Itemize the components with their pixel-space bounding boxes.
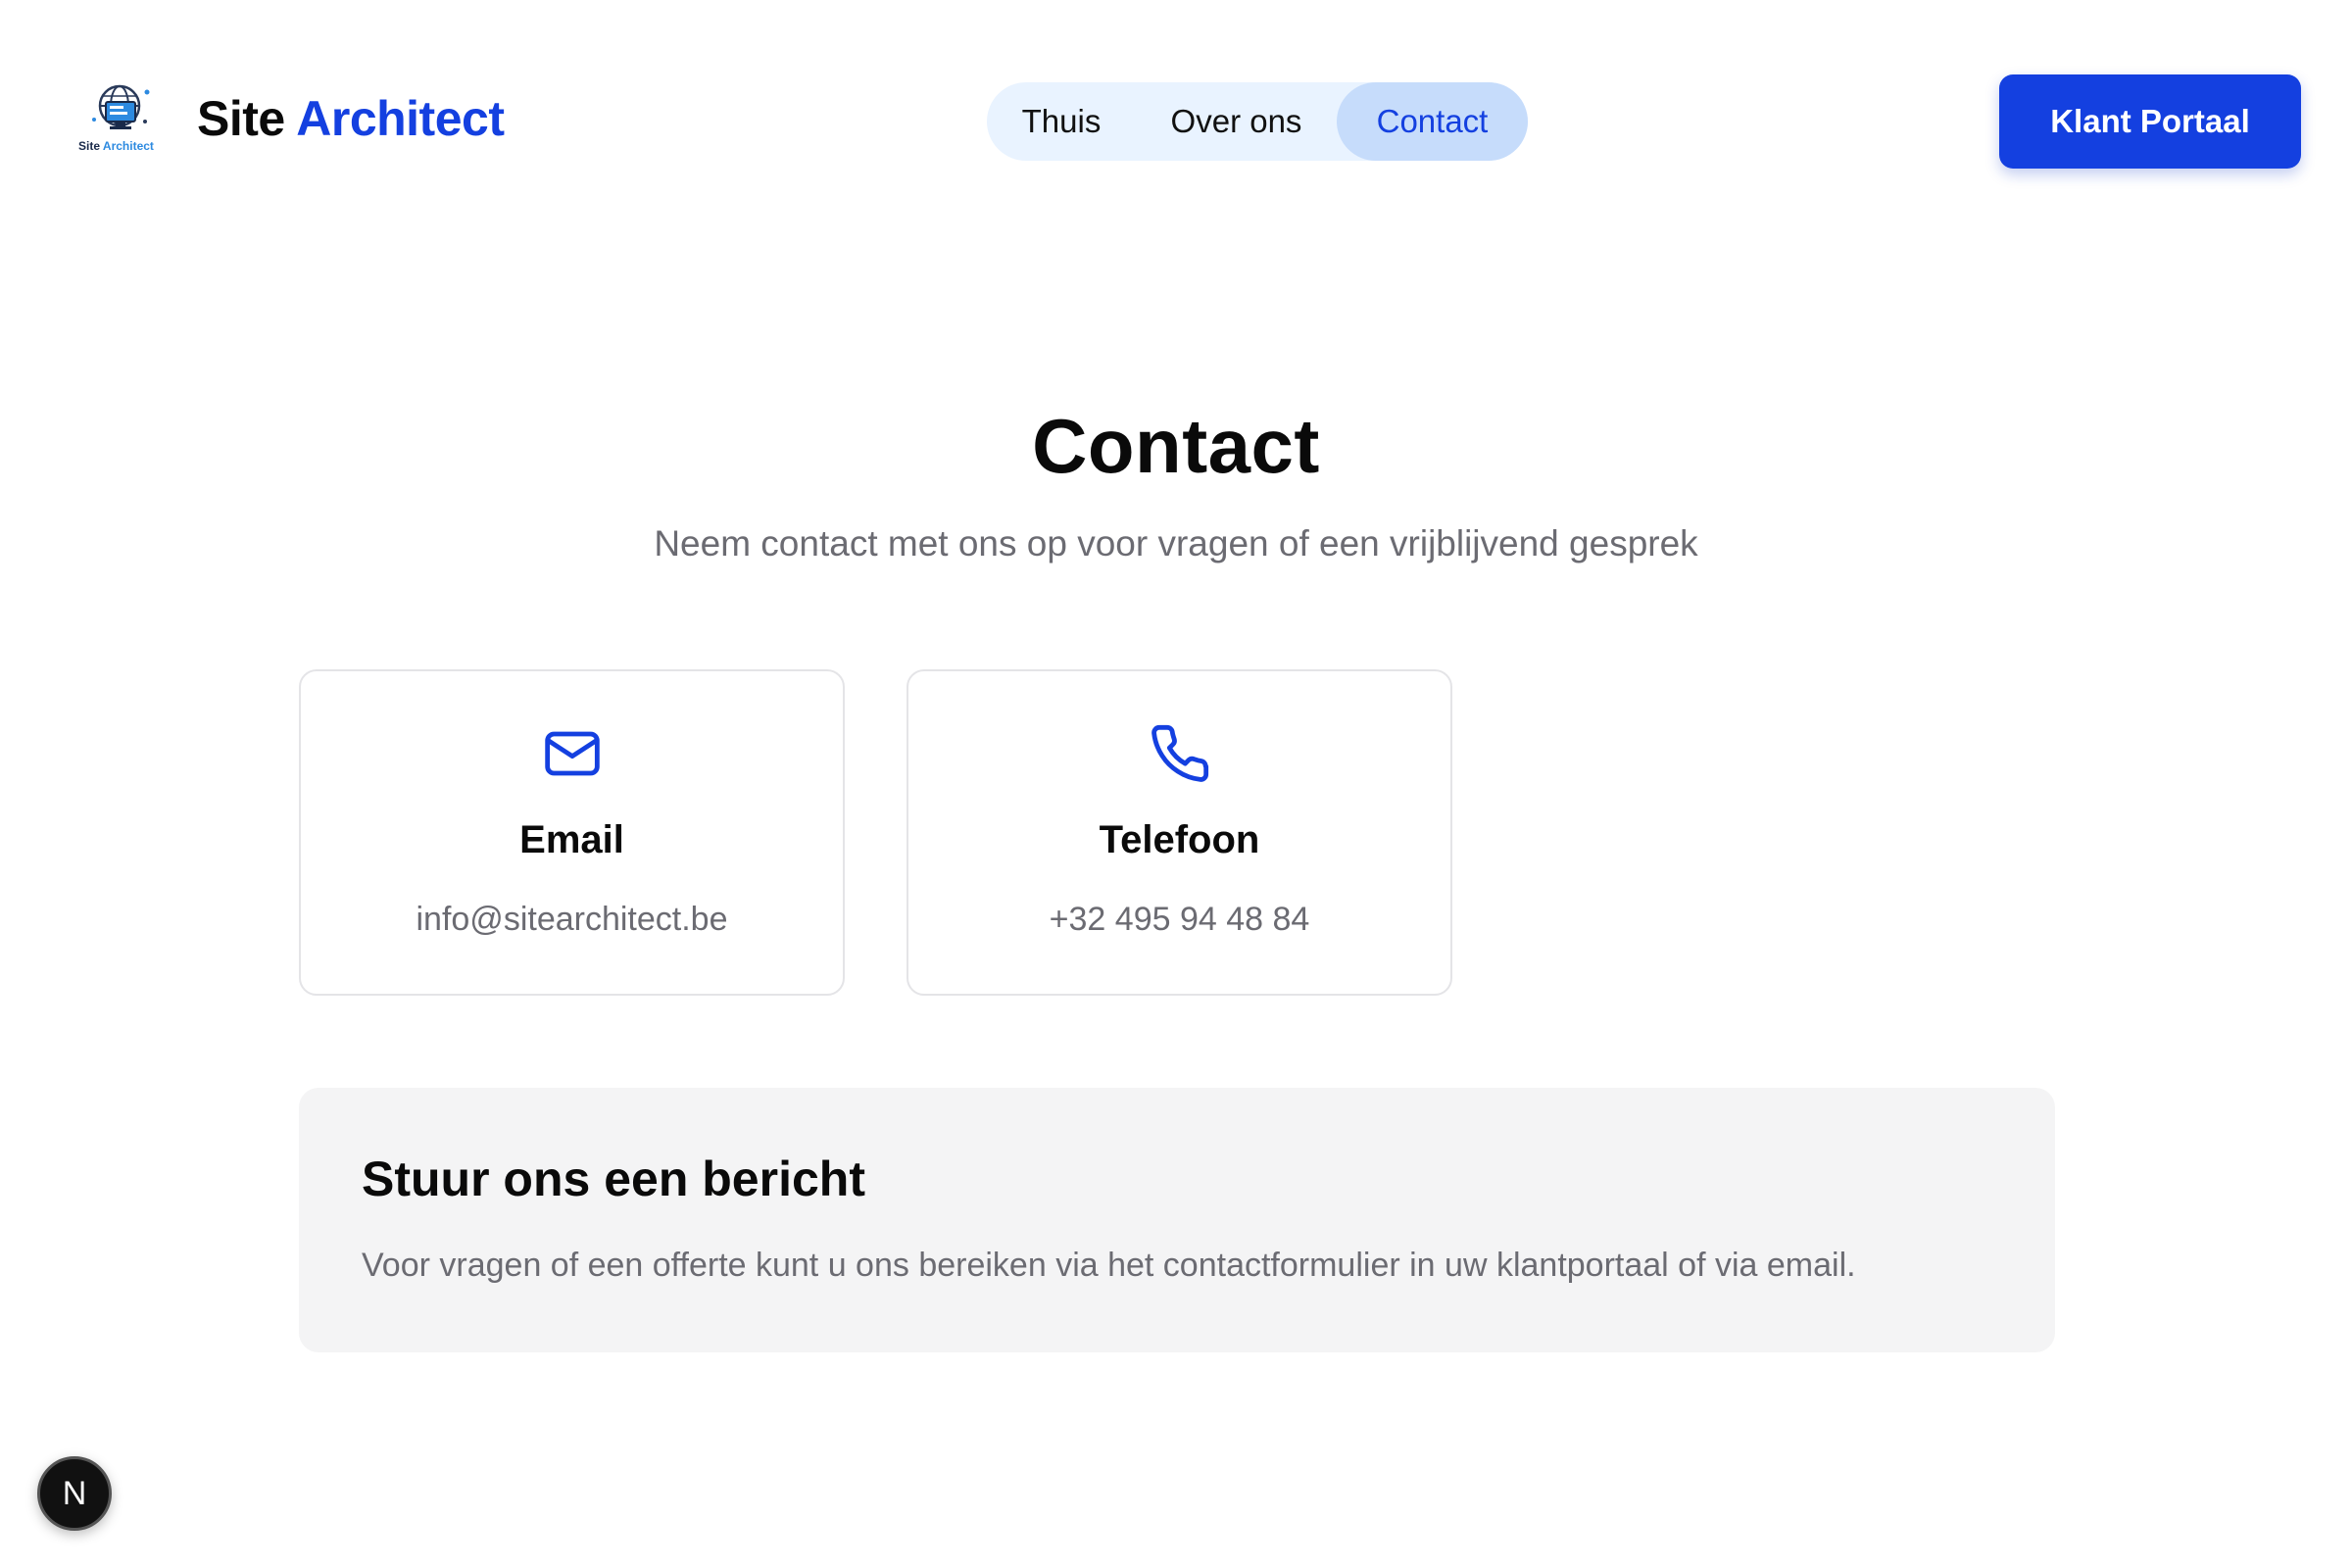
brand-name[interactable]: Site Architect bbox=[197, 90, 505, 147]
phone-card: Telefoon +32 495 94 48 84 bbox=[906, 669, 1452, 996]
message-panel-text: Voor vragen of een offerte kunt u ons be… bbox=[362, 1247, 1856, 1284]
logo[interactable]: Site Architect bbox=[76, 82, 171, 153]
brand-accent: Architect bbox=[296, 91, 505, 146]
nav-item-thuis[interactable]: Thuis bbox=[987, 82, 1136, 161]
page: Site Architect Site Architect Thuis Over… bbox=[0, 0, 2352, 1568]
mail-icon bbox=[544, 731, 600, 776]
page-subtitle: Neem contact met ons op voor vragen of e… bbox=[654, 523, 1698, 564]
email-card: Email info@sitearchitect.be bbox=[299, 669, 845, 996]
email-card-title: Email bbox=[519, 818, 624, 861]
logo-mini-accent: Architect bbox=[102, 139, 154, 153]
message-panel-title: Stuur ons een bericht bbox=[362, 1152, 865, 1206]
site-header: Site Architect Site Architect Thuis Over… bbox=[0, 0, 2352, 245]
phone-link[interactable]: +32 495 94 48 84 bbox=[908, 901, 1450, 939]
nav-item-contact[interactable]: Contact bbox=[1337, 82, 1528, 161]
main-nav: Thuis Over ons Contact bbox=[987, 82, 1528, 161]
logo-mini-text: Site Architect bbox=[78, 139, 172, 153]
globe-monitor-icon bbox=[92, 84, 150, 129]
message-panel: Stuur ons een bericht Voor vragen of een… bbox=[299, 1088, 2055, 1352]
page-title: Contact bbox=[1032, 403, 1320, 489]
logo-mini-primary: Site bbox=[78, 139, 101, 153]
email-link[interactable]: info@sitearchitect.be bbox=[301, 901, 843, 939]
phone-icon bbox=[1151, 724, 1208, 782]
brand-primary: Site bbox=[197, 91, 285, 146]
dev-badge-letter: N bbox=[62, 1474, 87, 1512]
klant-portaal-button[interactable]: Klant Portaal bbox=[1999, 74, 2301, 169]
next-logo-icon[interactable]: N bbox=[37, 1456, 112, 1531]
nav-item-over-ons[interactable]: Over ons bbox=[1136, 82, 1337, 161]
phone-card-title: Telefoon bbox=[1099, 818, 1260, 861]
